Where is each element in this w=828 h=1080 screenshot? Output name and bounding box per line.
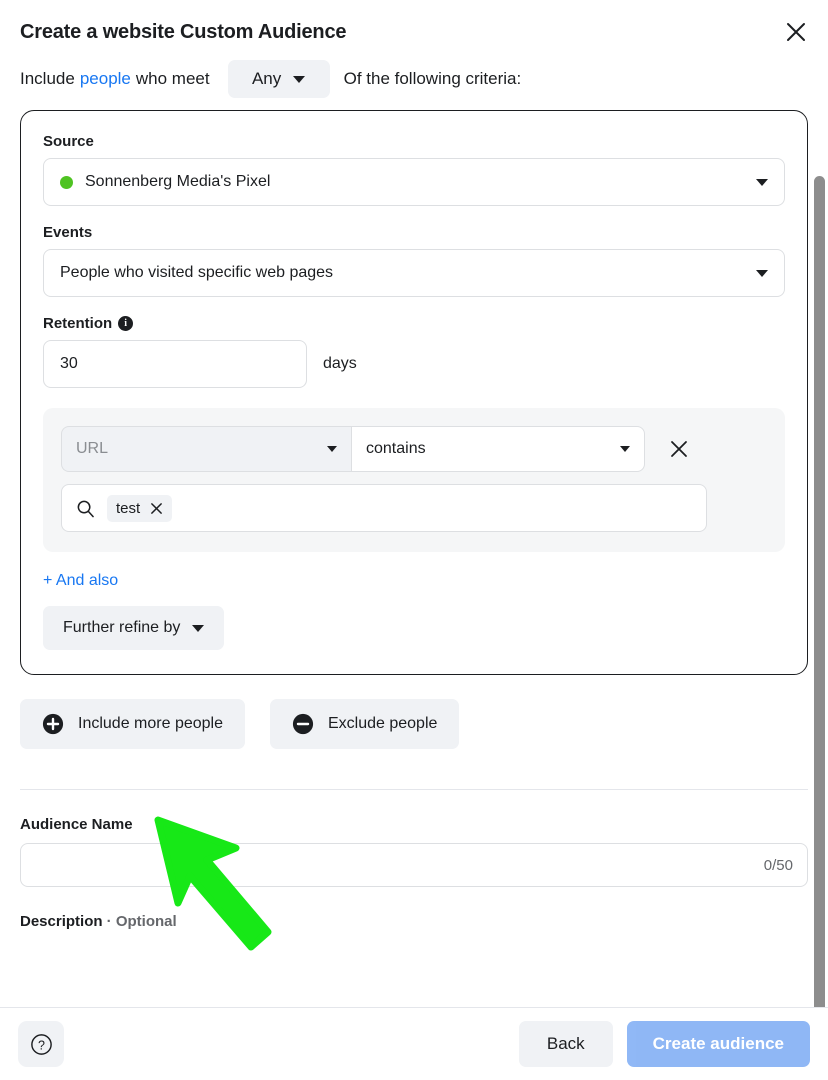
further-refine-label: Further refine by — [63, 619, 181, 636]
filter-field-value: URL — [76, 440, 109, 457]
people-link[interactable]: people — [80, 69, 131, 89]
retention-label: Retention i — [43, 315, 785, 332]
source-dropdown[interactable]: Sonnenberg Media's Pixel — [43, 158, 785, 206]
include-more-people-label: Include more people — [78, 715, 223, 732]
remove-chip-button[interactable] — [150, 502, 163, 515]
criteria-middle: who meet — [135, 69, 210, 88]
description-label: Description · Optional — [20, 913, 808, 930]
create-audience-button[interactable]: Create audience — [626, 1021, 810, 1067]
match-type-value: Any — [251, 69, 282, 88]
filter-field-dropdown[interactable]: URL — [61, 426, 351, 472]
page-title: Create a website Custom Audience — [20, 21, 347, 43]
chip-label: test — [116, 499, 141, 517]
condition-card: Source Sonnenberg Media's Pixel Events P… — [20, 110, 808, 675]
source-label: Source — [43, 133, 785, 150]
source-label-text: Source — [43, 133, 94, 150]
audience-name-label: Audience Name — [20, 816, 133, 833]
criteria-prefix: Include — [20, 69, 75, 88]
events-value: People who visited specific web pages — [60, 264, 334, 281]
dialog-header: Create a website Custom Audience — [0, 0, 828, 46]
close-icon — [671, 441, 687, 457]
retention-unit-label: days — [323, 355, 357, 372]
dialog-scroll-body: Source Sonnenberg Media's Pixel Events P… — [0, 110, 828, 1007]
plus-circle-icon — [42, 713, 64, 735]
exclude-people-button[interactable]: Exclude people — [269, 699, 460, 749]
exclude-people-label: Exclude people — [327, 715, 438, 732]
chevron-down-icon — [756, 269, 768, 277]
svg-text:?: ? — [38, 1038, 45, 1052]
events-label: Events — [43, 224, 785, 241]
retention-label-text: Retention — [43, 315, 113, 332]
dialog-footer: ? Back Create audience — [0, 1007, 828, 1080]
info-icon[interactable]: i — [118, 316, 134, 331]
criteria-line: Include people who meet Any Of the follo… — [0, 46, 828, 110]
description-label-text: Description — [20, 913, 103, 930]
url-value-search-field[interactable]: test — [61, 484, 707, 532]
audience-name-counter: 0/50 — [763, 856, 793, 874]
source-value: Sonnenberg Media's Pixel — [85, 173, 271, 190]
events-dropdown[interactable]: People who visited specific web pages — [43, 249, 785, 297]
criteria-suffix: Of the following criteria: — [343, 69, 522, 88]
create-custom-audience-dialog: Create a website Custom Audience Include… — [0, 0, 828, 1080]
audience-name-input[interactable]: 0/50 — [20, 843, 808, 887]
filter-operator-dropdown[interactable]: contains — [351, 426, 645, 472]
description-optional-text: · Optional — [102, 913, 177, 930]
chevron-down-icon — [293, 75, 306, 83]
match-type-dropdown[interactable]: Any — [227, 60, 330, 98]
close-icon — [151, 502, 163, 514]
and-also-button[interactable]: + And also — [43, 572, 118, 590]
include-exclude-row: Include more people Exclude people — [20, 699, 808, 749]
section-divider — [20, 789, 808, 790]
back-button[interactable]: Back — [518, 1021, 613, 1067]
chevron-down-icon — [620, 446, 630, 452]
url-filter-group: URL contains test — [43, 408, 785, 552]
close-icon — [787, 23, 805, 41]
retention-row: days — [43, 340, 785, 388]
minus-circle-icon — [292, 713, 314, 735]
filter-operator-value: contains — [366, 440, 426, 457]
vertical-scrollbar[interactable] — [814, 170, 825, 1007]
chevron-down-icon — [756, 178, 768, 186]
search-icon — [77, 500, 94, 517]
include-more-people-button[interactable]: Include more people — [20, 699, 245, 749]
chevron-down-icon — [327, 446, 337, 452]
further-refine-dropdown[interactable]: Further refine by — [43, 606, 225, 650]
help-button[interactable]: ? — [18, 1021, 64, 1067]
filter-row: URL contains — [61, 426, 767, 472]
remove-filter-button[interactable] — [659, 426, 699, 472]
pixel-status-dot-icon — [60, 175, 73, 189]
chevron-down-icon — [192, 624, 205, 632]
close-dialog-button[interactable] — [778, 14, 814, 50]
retention-days-input[interactable] — [43, 340, 307, 388]
scrollbar-thumb[interactable] — [814, 176, 825, 1007]
events-label-text: Events — [43, 224, 93, 241]
url-value-chip: test — [107, 494, 173, 522]
help-circle-icon: ? — [30, 1033, 52, 1055]
